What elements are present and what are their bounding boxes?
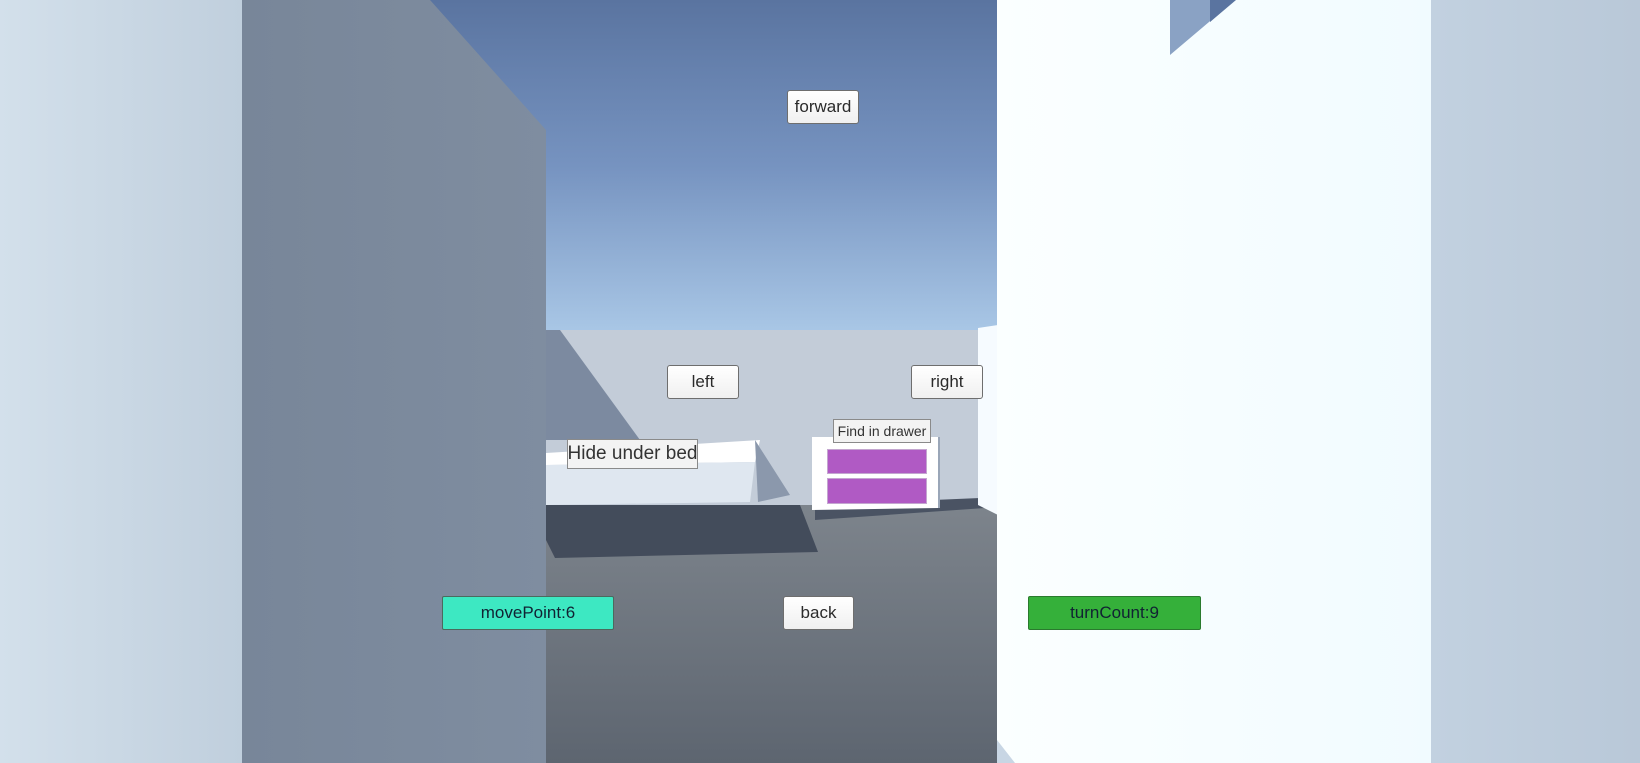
forward-button[interactable]: forward	[787, 90, 859, 124]
back-wall-edge	[978, 325, 998, 515]
right-button[interactable]: right	[911, 365, 983, 399]
right-wall	[997, 0, 1431, 763]
drawer-front-top	[827, 449, 927, 474]
left-wall	[242, 0, 546, 763]
drawer-side	[938, 437, 940, 508]
turn-count-counter: turnCount:9	[1028, 596, 1201, 630]
drawer-front-bottom	[827, 478, 927, 504]
bed-shadow	[546, 505, 818, 558]
game-viewport: forward left right back Hide under bed F…	[0, 0, 1640, 763]
hide-under-bed-button[interactable]: Hide under bed	[567, 439, 698, 469]
back-button[interactable]: back	[783, 596, 854, 630]
find-in-drawer-button[interactable]: Find in drawer	[833, 419, 931, 443]
left-button[interactable]: left	[667, 365, 739, 399]
move-point-counter: movePoint:6	[442, 596, 614, 630]
